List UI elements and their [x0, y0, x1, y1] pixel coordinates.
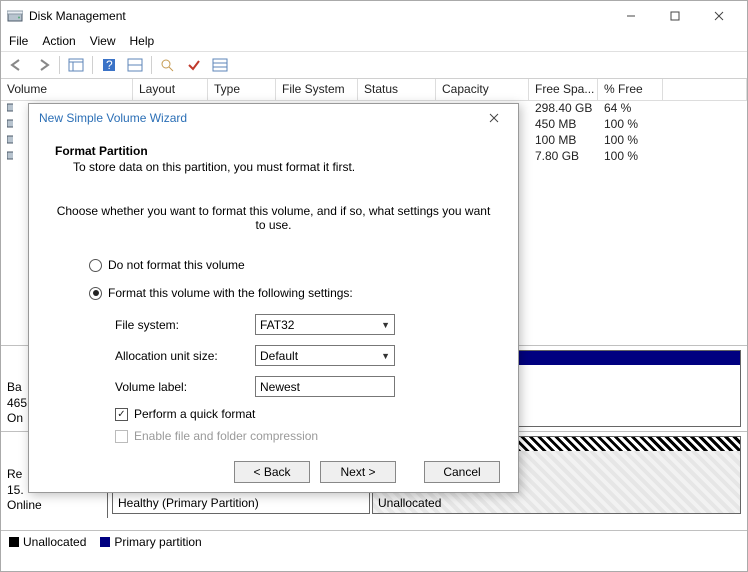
combo-value: Default — [260, 349, 298, 363]
radio-label: Format this volume with the following se… — [108, 286, 353, 300]
menu-action[interactable]: Action — [42, 34, 75, 48]
cell-free: 298.40 GB — [529, 101, 598, 117]
col-layout[interactable]: Layout — [133, 79, 208, 100]
dialog-close-button[interactable] — [480, 104, 508, 132]
allocation-unit-combo[interactable]: Default ▼ — [255, 345, 395, 366]
col-capacity[interactable]: Capacity — [436, 79, 529, 100]
volume-status-text: Healthy (Primary Partition) — [118, 496, 259, 511]
col-filesystem[interactable]: File System — [276, 79, 358, 100]
checkbox-icon — [115, 408, 128, 421]
legend-unallocated: Unallocated — [9, 535, 86, 549]
dialog-title: New Simple Volume Wizard — [39, 111, 480, 125]
cancel-button[interactable]: Cancel — [424, 461, 500, 483]
find-icon[interactable] — [156, 54, 180, 76]
menu-file[interactable]: File — [9, 34, 28, 48]
volume-label-label: Volume label: — [115, 380, 255, 394]
legend: Unallocated Primary partition — [1, 530, 747, 552]
radio-do-not-format[interactable]: Do not format this volume — [89, 258, 492, 272]
back-button[interactable]: < Back — [234, 461, 310, 483]
next-button[interactable]: Next > — [320, 461, 396, 483]
compression-checkbox: Enable file and folder compression — [115, 429, 492, 443]
cell-free: 450 MB — [529, 117, 598, 133]
volume-status-text: Unallocated — [378, 496, 441, 511]
allocation-unit-label: Allocation unit size: — [115, 349, 255, 363]
forward-icon[interactable] — [31, 54, 55, 76]
col-volume[interactable]: Volume — [1, 79, 133, 100]
radio-icon — [89, 259, 102, 272]
col-status[interactable]: Status — [358, 79, 436, 100]
filesystem-label: File system: — [115, 318, 255, 332]
settings-icon[interactable] — [123, 54, 147, 76]
cell-pct: 100 % — [598, 117, 663, 133]
maximize-button[interactable] — [653, 2, 697, 30]
col-freespace[interactable]: Free Spa... — [529, 79, 598, 100]
legend-primary: Primary partition — [100, 535, 201, 549]
volume-label-input[interactable] — [255, 376, 395, 397]
chevron-down-icon: ▼ — [381, 351, 390, 361]
cell-free: 7.80 GB — [529, 149, 598, 165]
col-type[interactable]: Type — [208, 79, 276, 100]
diskmgmt-icon — [7, 8, 23, 24]
titlebar: Disk Management — [1, 1, 747, 31]
checkbox-label: Perform a quick format — [134, 407, 255, 421]
cell-pct: 100 % — [598, 149, 663, 165]
minimize-button[interactable] — [609, 2, 653, 30]
dialog-instruction: Choose whether you want to format this v… — [55, 204, 492, 232]
dialog-subheading: To store data on this partition, you mus… — [73, 160, 492, 174]
disk-status: Online — [7, 498, 101, 514]
checkbox-label: Enable file and folder compression — [134, 429, 318, 443]
col-pctfree[interactable]: % Free — [598, 79, 663, 100]
chevron-down-icon: ▼ — [381, 320, 390, 330]
back-icon[interactable] — [5, 54, 29, 76]
svg-text:?: ? — [106, 58, 113, 72]
combo-value: FAT32 — [260, 318, 294, 332]
close-button[interactable] — [697, 2, 741, 30]
radio-icon — [89, 287, 102, 300]
dialog-button-row: < Back Next > Cancel — [29, 451, 518, 492]
view-icon[interactable] — [64, 54, 88, 76]
list-icon[interactable] — [208, 54, 232, 76]
checkbox-icon — [115, 430, 128, 443]
cell-pct: 64 % — [598, 101, 663, 117]
menubar: File Action View Help — [1, 31, 747, 51]
check-icon[interactable] — [182, 54, 206, 76]
volume-list-header: Volume Layout Type File System Status Ca… — [1, 79, 747, 101]
menu-help[interactable]: Help — [130, 34, 155, 48]
dialog-titlebar: New Simple Volume Wizard — [29, 104, 518, 132]
toolbar: ? — [1, 51, 747, 79]
filesystem-combo[interactable]: FAT32 ▼ — [255, 314, 395, 335]
window-title: Disk Management — [29, 9, 609, 23]
radio-format-volume[interactable]: Format this volume with the following se… — [89, 286, 492, 300]
menu-view[interactable]: View — [90, 34, 116, 48]
cell-pct: 100 % — [598, 133, 663, 149]
help-icon[interactable]: ? — [97, 54, 121, 76]
quick-format-checkbox[interactable]: Perform a quick format — [115, 407, 492, 421]
cell-free: 100 MB — [529, 133, 598, 149]
new-simple-volume-wizard-dialog: New Simple Volume Wizard Format Partitio… — [28, 103, 519, 493]
radio-label: Do not format this volume — [108, 258, 245, 272]
dialog-heading: Format Partition — [55, 144, 492, 158]
